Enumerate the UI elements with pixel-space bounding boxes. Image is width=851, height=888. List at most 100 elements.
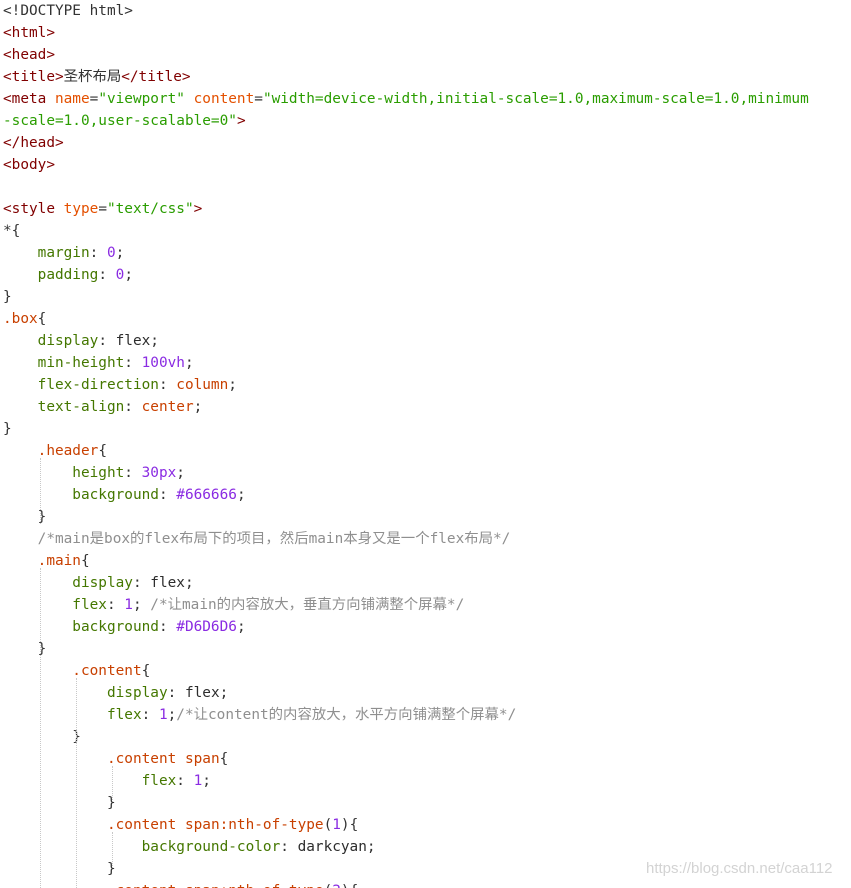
code-token: { — [141, 663, 151, 679]
code-editor[interactable]: <!DOCTYPE html> <html> <head> <title>圣杯布局</… — [0, 0, 851, 888]
code-line: min-height: 100vh; — [3, 352, 194, 374]
code-token: 1 — [332, 817, 341, 833]
code-token: : — [98, 333, 116, 349]
code-token: ; — [236, 487, 246, 503]
code-token: 1 — [158, 707, 168, 723]
code-token: 1 — [124, 597, 133, 613]
code-token: #D6D6D6 — [176, 619, 237, 635]
code-token: *{ — [3, 223, 21, 239]
code-token: ( — [323, 817, 333, 833]
indent-guide — [112, 766, 113, 800]
code-token: .main — [3, 553, 81, 569]
code-line: .content span:nth-of-type(2){ — [3, 880, 358, 888]
code-token: /*main是box的flex布局下的项目，然后main本身又是一个flex布局… — [3, 531, 511, 547]
code-token: ; — [184, 575, 194, 591]
code-token: column — [176, 377, 229, 393]
code-token: { — [80, 553, 90, 569]
code-token: .box — [3, 311, 38, 327]
code-token: -scale=1.0,user-scalable=0" — [3, 113, 237, 129]
code-line: } — [3, 792, 116, 814]
code-token: .content — [3, 663, 142, 679]
code-token: type — [63, 201, 99, 217]
code-token: > — [193, 201, 203, 217]
code-token: ){ — [341, 883, 358, 888]
code-token: : — [124, 399, 142, 415]
code-token: .content — [3, 883, 185, 888]
code-line: display: flex; — [3, 330, 159, 352]
code-line: -scale=1.0,user-scalable=0"> — [3, 110, 246, 132]
code-token: ; — [132, 597, 151, 613]
code-token: ; — [115, 245, 125, 261]
code-token: min-height — [3, 355, 125, 371]
code-token: ( — [324, 883, 333, 888]
code-token: display — [3, 575, 133, 591]
code-token: <title> — [3, 69, 64, 85]
code-token: .content — [3, 817, 185, 833]
code-token: background — [3, 487, 159, 503]
code-token: /*让main的内容放大，垂直方向铺满整个屏幕*/ — [150, 597, 465, 613]
code-token: > — [236, 113, 246, 129]
code-token: : — [158, 487, 177, 503]
code-line: <style type="text/css"> — [3, 198, 202, 220]
code-line: <body> — [3, 154, 55, 176]
code-line: flex: 1; /*让main的内容放大，垂直方向铺满整个屏幕*/ — [3, 594, 464, 616]
code-line: .box{ — [3, 308, 46, 330]
code-token: } — [3, 861, 116, 877]
code-token: flex-direction — [3, 377, 159, 393]
code-line: <head> — [3, 44, 55, 66]
code-token: { — [219, 751, 229, 767]
code-token: : — [158, 377, 177, 393]
code-token: ; — [202, 773, 211, 789]
code-line: } — [3, 286, 12, 308]
watermark: https://blog.csdn.net/caa112 — [646, 860, 833, 877]
code-token: ; — [228, 377, 237, 393]
code-token: background-color — [3, 839, 281, 855]
code-line: /*main是box的flex布局下的项目，然后main本身又是一个flex布局… — [3, 528, 511, 550]
code-token: > — [46, 25, 55, 41]
code-token: </head> — [3, 135, 64, 151]
code-token: } — [3, 421, 12, 437]
indent-guide — [76, 678, 77, 888]
code-line: <meta name="viewport" content="width=dev… — [3, 88, 809, 110]
code-token: html — [11, 25, 47, 41]
code-token: display — [3, 333, 99, 349]
code-line: } — [3, 726, 81, 748]
code-token: : — [106, 597, 125, 613]
code-token: : — [141, 707, 159, 723]
code-token: = — [98, 201, 107, 217]
code-line: background-color: darkcyan; — [3, 836, 376, 858]
code-token: { — [98, 443, 107, 459]
code-line: flex: 1;/*让content的内容放大，水平方向铺满整个屏幕*/ — [3, 704, 516, 726]
code-token: 圣杯布局 — [63, 69, 122, 85]
code-token: ; — [236, 619, 246, 635]
code-token: { — [37, 311, 47, 327]
indent-guide — [40, 568, 41, 888]
code-token: ; — [219, 685, 229, 701]
code-token: < — [3, 25, 12, 41]
code-token: } — [3, 729, 81, 745]
code-token: :nth-of-type — [220, 883, 324, 888]
code-token: > — [46, 47, 55, 63]
code-token: 100vh — [141, 355, 185, 371]
code-token: : — [167, 685, 185, 701]
code-line: height: 30px; — [3, 462, 185, 484]
code-token: <body> — [3, 157, 55, 173]
code-token: .content — [3, 751, 185, 767]
code-token: flex — [150, 575, 185, 591]
code-token: ){ — [340, 817, 359, 833]
code-token: <meta — [3, 91, 55, 107]
code-token: flex — [184, 685, 220, 701]
code-token: 30px — [141, 465, 177, 481]
code-token: content — [184, 91, 255, 107]
code-line: *{ — [3, 220, 20, 242]
code-token: ; — [193, 399, 203, 415]
code-token: = — [89, 91, 99, 107]
code-token: 0 — [106, 245, 116, 261]
code-line: display: flex; — [3, 682, 228, 704]
code-token: "viewport" — [98, 91, 185, 107]
code-line: .main{ — [3, 550, 90, 572]
code-token: : — [176, 773, 194, 789]
code-token: ; — [124, 267, 133, 283]
code-token: : — [132, 575, 151, 591]
code-token: span — [185, 883, 220, 888]
